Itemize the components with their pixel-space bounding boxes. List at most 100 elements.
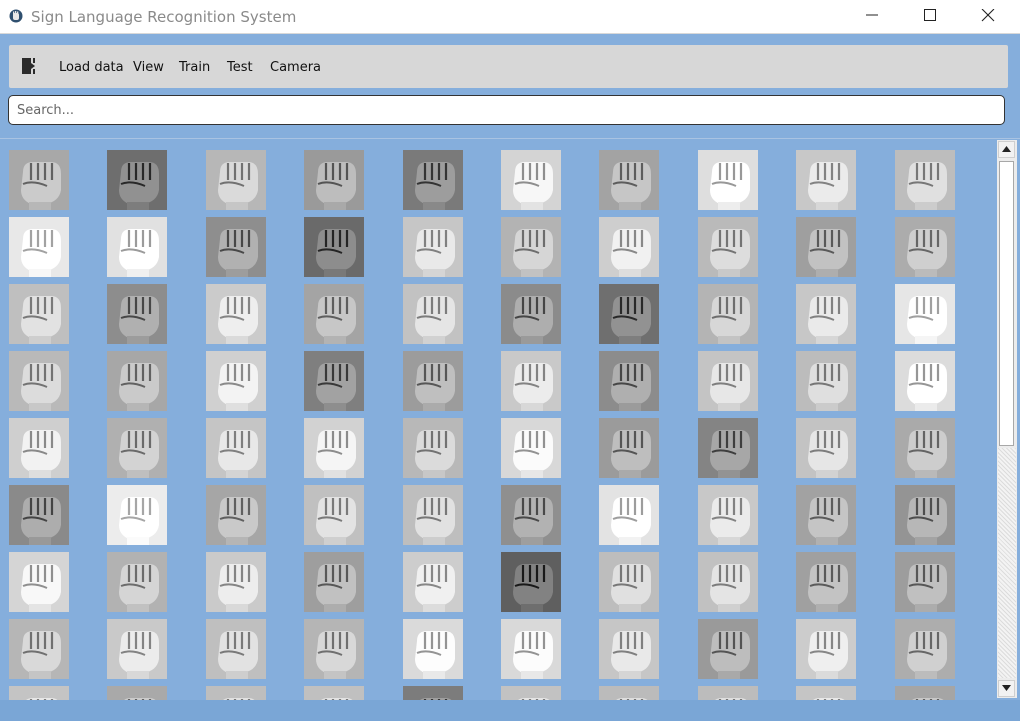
minimize-button[interactable] [843,0,901,33]
gallery-thumbnail[interactable] [107,150,167,210]
gallery-thumbnail[interactable] [304,485,364,545]
gallery-thumbnail[interactable] [599,686,659,700]
gallery-thumbnail[interactable] [206,418,266,478]
gallery-thumbnail[interactable] [403,150,463,210]
menu-train[interactable]: Train [179,60,210,75]
gallery-thumbnail[interactable] [206,284,266,344]
gallery-thumbnail[interactable] [599,217,659,277]
gallery-thumbnail[interactable] [9,619,69,679]
scrollbar-thumb[interactable] [999,161,1014,446]
gallery-thumbnail[interactable] [304,686,364,700]
gallery-thumbnail[interactable] [698,150,758,210]
gallery-thumbnail[interactable] [796,552,856,612]
gallery-thumbnail[interactable] [107,552,167,612]
gallery-thumbnail[interactable] [206,217,266,277]
gallery-thumbnail[interactable] [599,418,659,478]
gallery-thumbnail[interactable] [304,418,364,478]
menu-view[interactable]: View [133,60,164,75]
gallery-thumbnail[interactable] [206,552,266,612]
scroll-down-button[interactable] [998,680,1015,697]
gallery-thumbnail[interactable] [403,418,463,478]
gallery-thumbnail[interactable] [107,686,167,700]
gallery-thumbnail[interactable] [895,619,955,679]
gallery-thumbnail[interactable] [599,552,659,612]
gallery-thumbnail[interactable] [698,619,758,679]
gallery-thumbnail[interactable] [895,150,955,210]
maximize-button[interactable] [901,0,959,33]
gallery-thumbnail[interactable] [206,686,266,700]
gallery-thumbnail[interactable] [9,284,69,344]
gallery-thumbnail[interactable] [9,351,69,411]
gallery-thumbnail[interactable] [698,485,758,545]
gallery-thumbnail[interactable] [403,284,463,344]
gallery-thumbnail[interactable] [599,284,659,344]
gallery-thumbnail[interactable] [403,686,463,700]
gallery-thumbnail[interactable] [304,217,364,277]
gallery-thumbnail[interactable] [501,485,561,545]
gallery-thumbnail[interactable] [599,150,659,210]
gallery-thumbnail[interactable] [304,284,364,344]
gallery-thumbnail[interactable] [698,217,758,277]
gallery-thumbnail[interactable] [796,619,856,679]
gallery-thumbnail[interactable] [107,351,167,411]
gallery-thumbnail[interactable] [403,552,463,612]
gallery-thumbnail[interactable] [501,552,561,612]
gallery-thumbnail[interactable] [895,485,955,545]
gallery-thumbnail[interactable] [304,552,364,612]
gallery-thumbnail[interactable] [895,217,955,277]
gallery-thumbnail[interactable] [501,686,561,700]
gallery-thumbnail[interactable] [403,619,463,679]
gallery-thumbnail[interactable] [9,418,69,478]
gallery-thumbnail[interactable] [895,552,955,612]
vertical-scrollbar[interactable] [997,140,1017,698]
gallery-thumbnail[interactable] [599,485,659,545]
gallery-thumbnail[interactable] [107,485,167,545]
gallery-thumbnail[interactable] [698,552,758,612]
gallery-thumbnail[interactable] [895,351,955,411]
gallery-thumbnail[interactable] [599,619,659,679]
gallery-thumbnail[interactable] [304,619,364,679]
menu-load-data[interactable]: Load data [59,60,124,75]
gallery-thumbnail[interactable] [698,686,758,700]
gallery-thumbnail[interactable] [796,686,856,700]
exit-door-icon[interactable] [20,56,40,76]
gallery-thumbnail[interactable] [403,351,463,411]
gallery-thumbnail[interactable] [698,284,758,344]
gallery-thumbnail[interactable] [895,418,955,478]
gallery-thumbnail[interactable] [403,485,463,545]
gallery-thumbnail[interactable] [304,351,364,411]
gallery-thumbnail[interactable] [9,552,69,612]
gallery-thumbnail[interactable] [796,217,856,277]
gallery-thumbnail[interactable] [895,284,955,344]
gallery-thumbnail[interactable] [501,619,561,679]
gallery-thumbnail[interactable] [206,485,266,545]
gallery-thumbnail[interactable] [206,150,266,210]
scroll-up-button[interactable] [998,141,1015,158]
image-gallery[interactable] [0,140,996,700]
gallery-thumbnail[interactable] [304,150,364,210]
gallery-thumbnail[interactable] [9,485,69,545]
gallery-thumbnail[interactable] [501,150,561,210]
gallery-thumbnail[interactable] [9,150,69,210]
gallery-thumbnail[interactable] [403,217,463,277]
gallery-thumbnail[interactable] [796,351,856,411]
gallery-thumbnail[interactable] [107,619,167,679]
gallery-thumbnail[interactable] [107,217,167,277]
gallery-thumbnail[interactable] [501,351,561,411]
gallery-thumbnail[interactable] [107,418,167,478]
gallery-thumbnail[interactable] [9,217,69,277]
gallery-thumbnail[interactable] [501,217,561,277]
search-input[interactable] [8,95,1005,125]
gallery-thumbnail[interactable] [206,351,266,411]
close-button[interactable] [959,0,1017,33]
gallery-thumbnail[interactable] [796,150,856,210]
gallery-thumbnail[interactable] [9,686,69,700]
gallery-thumbnail[interactable] [206,619,266,679]
gallery-thumbnail[interactable] [796,418,856,478]
gallery-thumbnail[interactable] [698,418,758,478]
gallery-thumbnail[interactable] [599,351,659,411]
menu-test[interactable]: Test [227,60,253,75]
gallery-thumbnail[interactable] [501,284,561,344]
gallery-thumbnail[interactable] [796,284,856,344]
gallery-thumbnail[interactable] [796,485,856,545]
